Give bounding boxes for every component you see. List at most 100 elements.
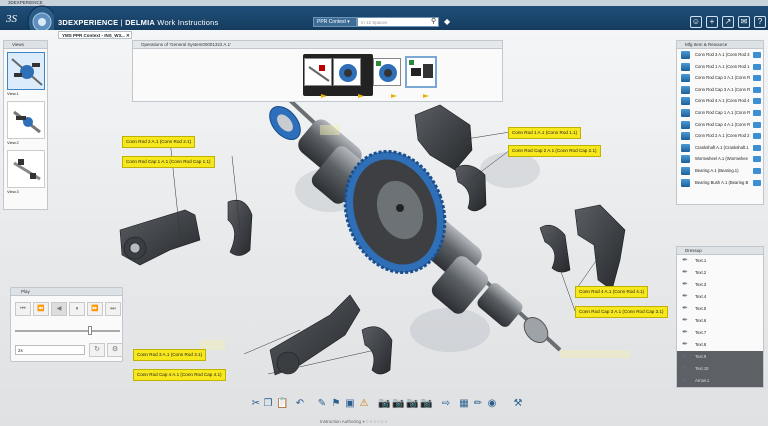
resource-link-icon[interactable] bbox=[753, 75, 761, 82]
camera-add-icon[interactable]: 📷 bbox=[392, 398, 404, 410]
mfg-list-item[interactable]: Conn Rod 2 A.1 (Conn Rod 2 bbox=[677, 130, 763, 142]
copy-icon[interactable]: ❐ bbox=[262, 398, 274, 410]
app-brand-label: DELMIA bbox=[125, 18, 156, 27]
step-forward-button[interactable]: ⏩ bbox=[87, 302, 103, 316]
last-step-button[interactable]: ⏭ bbox=[105, 302, 121, 316]
pencil-icon[interactable]: ✏ bbox=[472, 398, 484, 410]
camera-icon[interactable]: 📷 bbox=[378, 398, 390, 410]
dressup-list-item[interactable]: ✒ Text.10 bbox=[677, 363, 763, 375]
resource-link-icon[interactable] bbox=[753, 109, 761, 116]
edit-icon[interactable]: ✎ bbox=[316, 398, 328, 410]
annotate-icon[interactable]: ⚑ bbox=[330, 398, 342, 410]
user-icon[interactable]: ☺ bbox=[690, 16, 702, 28]
mfg-list-item[interactable]: Bearing Bush A.1 (Bearing B bbox=[677, 177, 763, 189]
operation-frame-3[interactable] bbox=[373, 58, 401, 86]
mfg-list-item[interactable]: Conn Rod 3 A.1 (Conn Rod 3 bbox=[677, 49, 763, 61]
add-icon[interactable]: + bbox=[706, 16, 718, 28]
callout-conn-rod-4[interactable]: Conn Rod 4 A.1 (Conn Rod 4.1) bbox=[575, 286, 649, 298]
view-icon[interactable]: ◉ bbox=[486, 398, 498, 410]
annotation-icon: ✒ bbox=[682, 281, 688, 288]
refresh-button[interactable]: ↻ bbox=[89, 343, 105, 357]
pause-button[interactable]: ⏸ bbox=[69, 302, 85, 316]
dressup-item-label: Text.3 bbox=[695, 282, 707, 287]
callout-conn-rod-3[interactable]: Conn Rod 3 A.1 (Conn Rod 3.1) bbox=[133, 349, 207, 361]
camera-update-icon[interactable]: 📷 bbox=[406, 398, 418, 410]
play-backward-button[interactable]: ◀ bbox=[51, 302, 67, 316]
resource-link-icon[interactable] bbox=[753, 144, 761, 151]
first-step-button[interactable]: ⏮ bbox=[15, 302, 31, 316]
resource-link-icon[interactable] bbox=[753, 133, 761, 140]
warning-icon[interactable]: ⚠ bbox=[358, 398, 370, 410]
mfg-list-item[interactable]: Conn Rod Cap 4 A.1 (Conn R bbox=[677, 119, 763, 131]
tools-icon[interactable]: ⚒ bbox=[512, 398, 524, 410]
callout-conn-rod-1[interactable]: Conn Rod 1 A.1 (Conn Rod 1.1) bbox=[508, 127, 582, 139]
dressup-list-item[interactable]: ✒ Text.5 bbox=[677, 303, 763, 315]
callout-conn-rod-cap-3[interactable]: Conn Rod Cap 3 A.1 (Conn Rod Cap 3.1) bbox=[575, 306, 668, 318]
share-icon[interactable]: ↗ bbox=[722, 16, 734, 28]
dressup-list-item[interactable]: ✒ Text.2 bbox=[677, 267, 763, 279]
undo-icon[interactable]: ↶ bbox=[294, 398, 306, 410]
mfg-list-item[interactable]: Bearing A.1 (Bearing.1) bbox=[677, 165, 763, 177]
dressup-list-item[interactable]: ✒ Text.9 bbox=[677, 351, 763, 363]
operation-frame-4[interactable] bbox=[405, 56, 437, 88]
operation-filmstrip[interactable] bbox=[303, 54, 373, 96]
mfg-list-item[interactable]: Conn Rod Cap 2 A.1 (Conn R bbox=[677, 72, 763, 84]
dressup-list-item[interactable]: ✒ Text.6 bbox=[677, 315, 763, 327]
resource-link-icon[interactable] bbox=[753, 156, 761, 163]
operation-frame-2[interactable] bbox=[333, 58, 361, 86]
view-label-3: View.3 bbox=[7, 189, 19, 194]
dressup-list-item[interactable]: ✒ Arrow.1 bbox=[677, 375, 763, 387]
arrow-icon[interactable]: ⇨ bbox=[440, 398, 452, 410]
resource-link-icon[interactable] bbox=[753, 179, 761, 186]
tag-icon[interactable]: ◆ bbox=[444, 17, 450, 26]
resource-link-icon[interactable] bbox=[753, 86, 761, 93]
view-thumbnail-2[interactable] bbox=[7, 101, 45, 139]
mfg-list-item[interactable]: Wormwheel A.1 (Wormwhee bbox=[677, 153, 763, 165]
search-icon[interactable]: ⚲ bbox=[431, 18, 436, 25]
dressup-list-item[interactable]: ✒ Text.8 bbox=[677, 339, 763, 351]
mfg-list-item[interactable]: Conn Rod 4 A.1 (Conn Rod 4 bbox=[677, 95, 763, 107]
mfg-list-item[interactable]: Conn Rod 1 A.1 (Conn Rod 1 bbox=[677, 61, 763, 73]
dressup-list-item[interactable]: ✒ Text.3 bbox=[677, 279, 763, 291]
markup-icon[interactable]: ▣ bbox=[344, 398, 356, 410]
play-panel: Play ⏮ ⏪ ◀ ⏸ ⏩ ⏭ 2s ↻ ⚙ bbox=[10, 287, 123, 362]
close-icon[interactable]: ✕ bbox=[126, 33, 130, 38]
resource-link-icon[interactable] bbox=[753, 121, 761, 128]
resource-link-icon[interactable] bbox=[753, 63, 761, 70]
callout-conn-rod-cap-1[interactable]: Conn Rod Cap 1 A.1 (Conn Rod Cap 1.1) bbox=[122, 156, 215, 168]
camera-delete-icon[interactable]: 📷 bbox=[420, 398, 432, 410]
resource-link-icon[interactable] bbox=[753, 52, 761, 58]
resource-link-icon[interactable] bbox=[753, 167, 761, 174]
annotation-icon: ✒ bbox=[682, 317, 688, 324]
cut-icon[interactable]: ✂ bbox=[250, 398, 262, 410]
timeline-slider[interactable] bbox=[15, 330, 120, 332]
step-back-button[interactable]: ⏪ bbox=[33, 302, 49, 316]
view-thumbnail-1[interactable] bbox=[7, 52, 45, 90]
settings-button[interactable]: ⚙ bbox=[107, 343, 123, 357]
speed-field[interactable]: 2s bbox=[15, 345, 85, 355]
document-tab[interactable]: YMS PPR Context - INS_W3... ✕ bbox=[58, 31, 132, 39]
color-icon[interactable]: ▦ bbox=[458, 398, 470, 410]
help-icon[interactable]: ? bbox=[754, 16, 766, 28]
operation-frame-1[interactable] bbox=[304, 58, 332, 86]
paste-icon[interactable]: 📋 bbox=[276, 398, 288, 410]
mfg-list-item[interactable]: Conn Rod Cap 3 A.1 (Conn R bbox=[677, 84, 763, 96]
callout-conn-rod-2[interactable]: Conn Rod 2 A.1 (Conn Rod 2.1) bbox=[122, 136, 196, 148]
callout-conn-rod-cap-2[interactable]: Conn Rod Cap 2 A.1 (Conn Rod Cap 2.1) bbox=[508, 145, 601, 157]
context-selector[interactable]: PPR Context ▾ bbox=[313, 17, 357, 27]
dressup-list-item[interactable]: ✒ Text.1 bbox=[677, 255, 763, 267]
resource-link-icon[interactable] bbox=[753, 98, 761, 105]
mfg-list-item[interactable]: Conn Rod Cap 1 A.1 (Conn R bbox=[677, 107, 763, 119]
callout-conn-rod-cap-4[interactable]: Conn Rod Cap 4 A.1 (Conn Rod Cap 4.1) bbox=[133, 369, 226, 381]
page-dots[interactable]: ●○○○○○○ bbox=[362, 419, 388, 424]
app-name-label: Work Instructions bbox=[155, 18, 219, 27]
community-icon[interactable]: ✉ bbox=[738, 16, 750, 28]
search-input[interactable]: In 12 Spaces bbox=[357, 17, 439, 27]
dressup-list-item[interactable]: ✒ Text.7 bbox=[677, 327, 763, 339]
dressup-list-item[interactable]: ✒ Text.4 bbox=[677, 291, 763, 303]
mfg-list-item[interactable]: Crankshaft A.1 (Crankshaft.1 bbox=[677, 142, 763, 154]
timeline-slider-handle[interactable] bbox=[88, 326, 92, 335]
part-icon bbox=[681, 155, 690, 164]
part-icon bbox=[681, 62, 690, 71]
view-thumbnail-3[interactable] bbox=[7, 150, 45, 188]
